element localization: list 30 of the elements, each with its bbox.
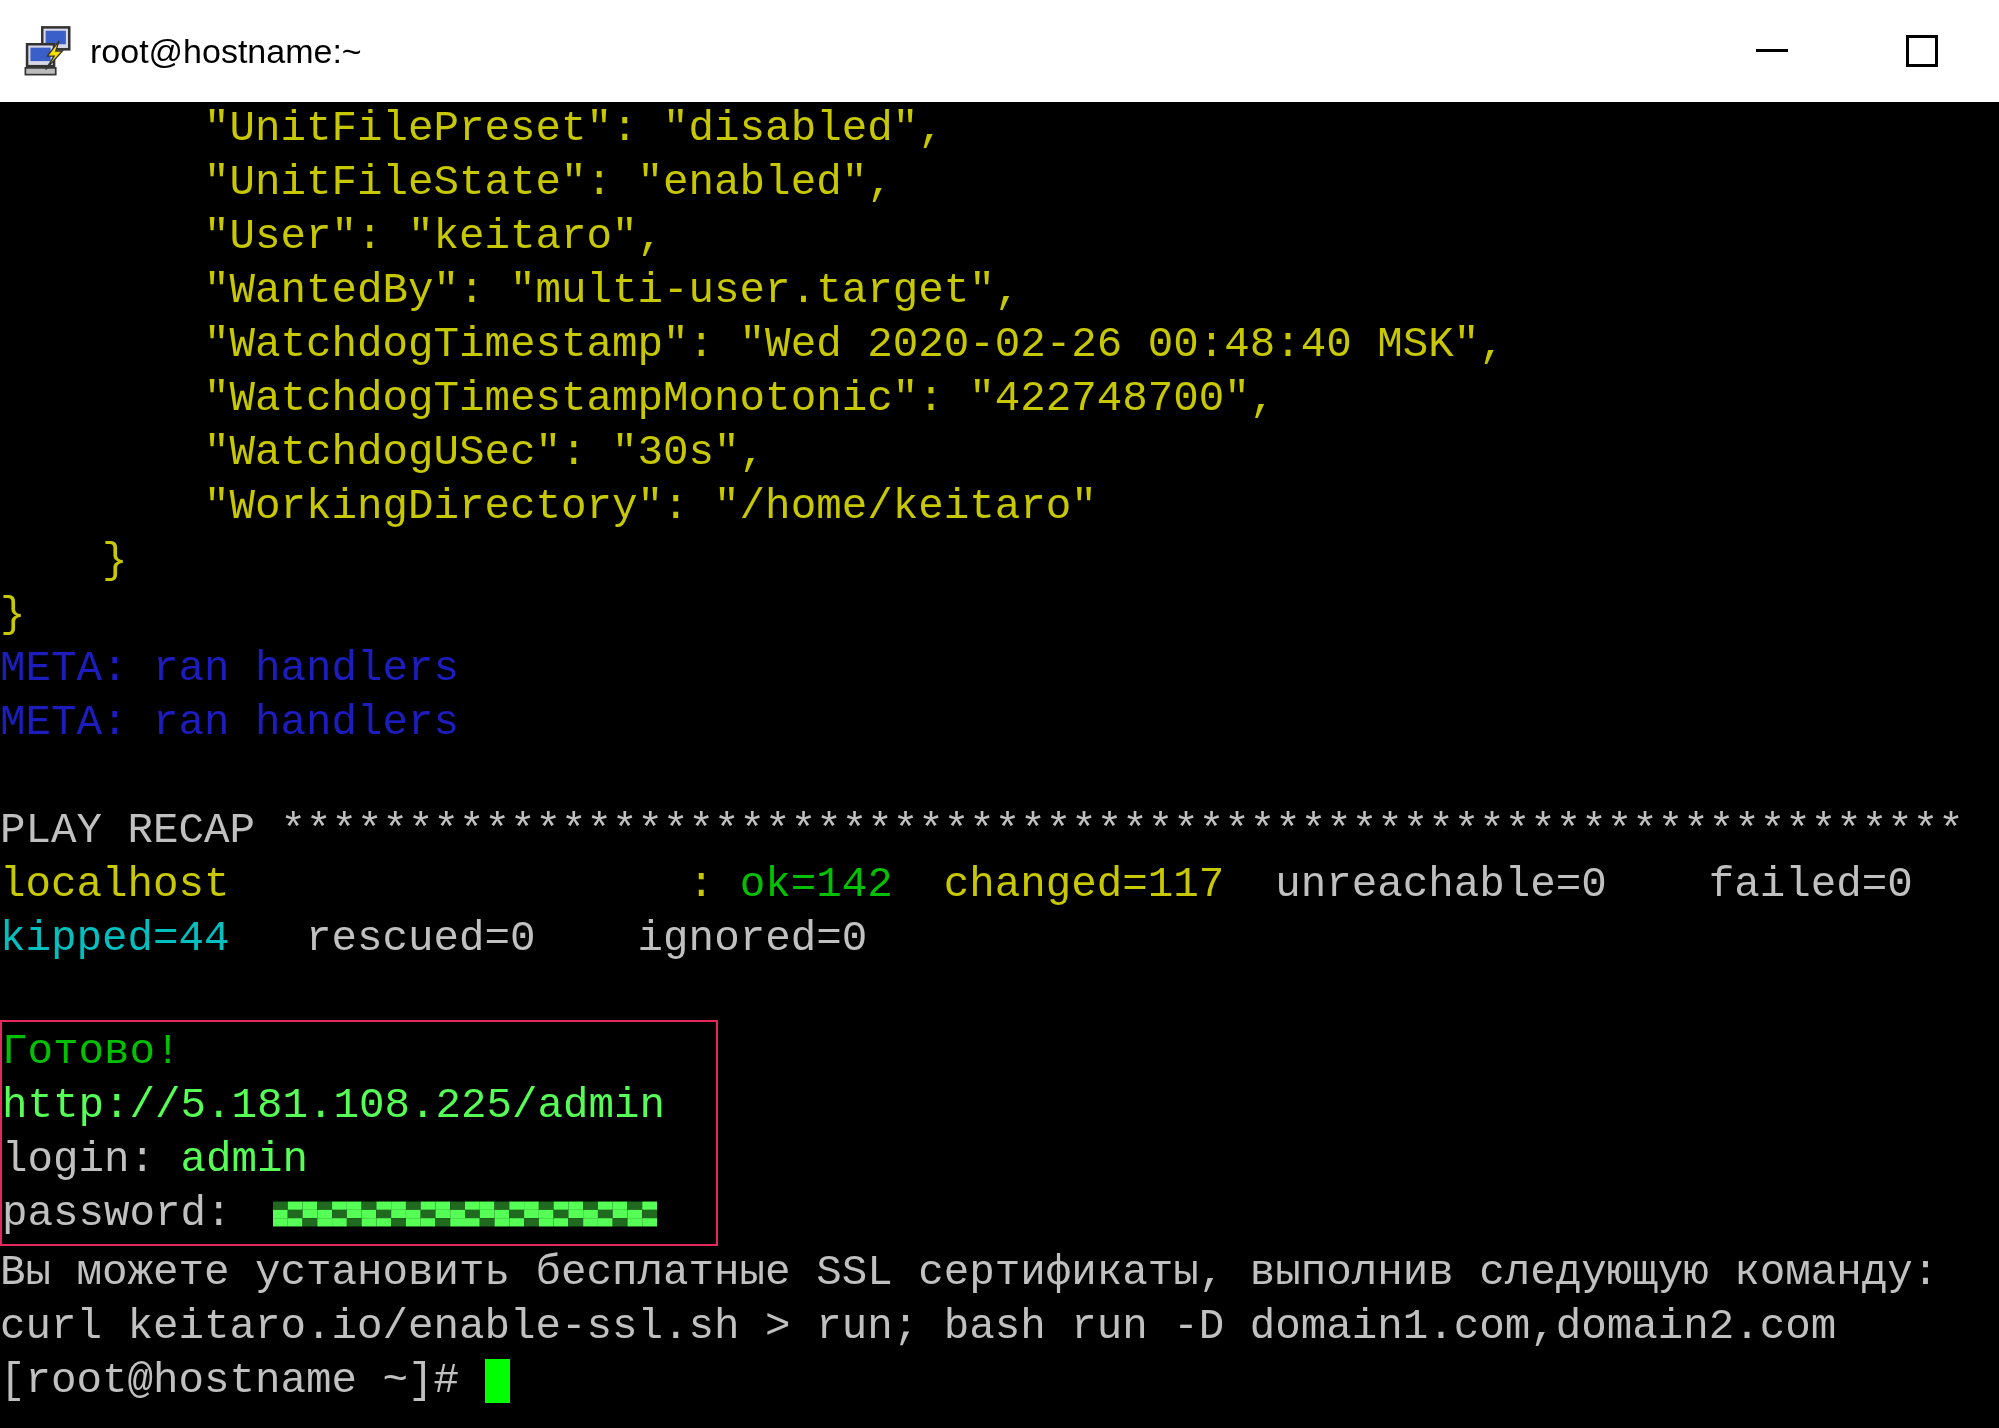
terminal-text: curl keitaro.io/enable-ssl.sh > run; bash run -D domain1.com,domain2.com	[0, 1302, 1837, 1353]
terminal-text: Вы можете установить бесплатные SSL сертификаты, выполнив следующую команду:	[0, 1248, 1939, 1299]
terminal-text: }	[0, 590, 26, 641]
terminal-text: localhost :	[0, 860, 716, 911]
window-title: root@hostname:~	[90, 30, 362, 72]
terminal-text: "UnitFileState": "enabled",	[203, 158, 893, 209]
maximize-icon	[1906, 35, 1938, 67]
terminal-text: }	[101, 536, 128, 587]
terminal-text: "WatchdogTimestamp": "Wed 2020-02-26 00:48:40 MSK",	[203, 320, 1505, 371]
terminal-text: META: ran handlers	[0, 644, 460, 695]
terminal-text: "UnitFilePreset": "disabled",	[203, 104, 944, 155]
minimize-icon	[1756, 49, 1788, 53]
terminal-text: "WorkingDirectory": "/home/keitaro"	[203, 482, 1097, 533]
terminal-text: PLAY RECAP ******************************************************************	[0, 806, 1964, 857]
terminal-text: "WatchdogUSec": "30s",	[203, 428, 766, 479]
terminal-text: rescued=0 ignored=0	[305, 914, 868, 965]
terminal-text: http://5.181.108.225/admin	[2, 1081, 666, 1132]
terminal-text: META: ran handlers	[0, 698, 460, 749]
terminal-text: password:	[2, 1189, 233, 1240]
terminal-text: admin	[180, 1135, 309, 1186]
terminal-text: "WatchdogTimestampMonotonic": "422748700",	[203, 374, 1276, 425]
terminal-text: "User": "keitaro",	[203, 212, 664, 263]
terminal-text: changed=117	[942, 860, 1225, 911]
terminal-text: unreachable=0 failed=0	[1274, 860, 1913, 911]
terminal-text: "WantedBy": "multi-user.target",	[203, 266, 1021, 317]
terminal-text: Готово!	[2, 1027, 181, 1078]
terminal-text: login:	[2, 1135, 157, 1186]
terminal-text: ok=142	[739, 860, 893, 911]
terminal-text: [root@hostname ~]#	[0, 1356, 461, 1407]
terminal-text: kipped=44	[0, 914, 230, 965]
